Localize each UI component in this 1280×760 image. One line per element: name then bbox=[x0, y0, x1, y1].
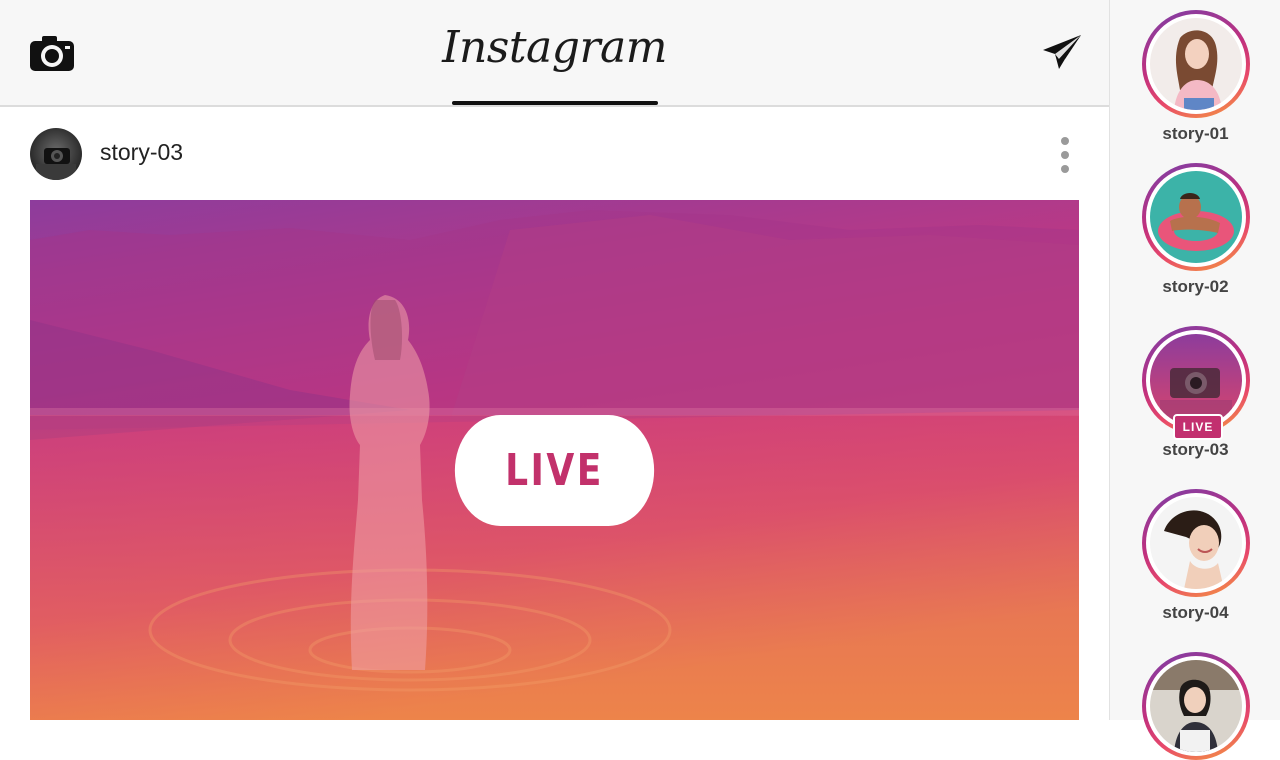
stories-sidebar: story-01 story-02 LIVE story-03 story-04 bbox=[1109, 0, 1280, 760]
more-options-button[interactable] bbox=[1052, 132, 1078, 178]
story-ring bbox=[1142, 10, 1250, 118]
paper-plane-icon bbox=[1043, 35, 1081, 69]
story-avatar bbox=[1150, 660, 1242, 752]
story-avatar bbox=[1150, 171, 1242, 263]
live-badge: LIVE bbox=[1173, 414, 1223, 440]
story-avatar bbox=[1150, 18, 1242, 110]
story-avatar bbox=[1150, 334, 1242, 426]
story-label: story-04 bbox=[1162, 603, 1229, 622]
more-dot bbox=[1061, 165, 1069, 173]
post-avatar[interactable] bbox=[30, 128, 82, 180]
story-label: story-03 bbox=[1162, 440, 1229, 459]
title-underline bbox=[452, 101, 658, 105]
more-vertical-icon bbox=[1061, 137, 1069, 145]
direct-message-button[interactable] bbox=[1040, 32, 1084, 72]
live-indicator[interactable]: LIVE bbox=[454, 415, 655, 526]
story-label: story-02 bbox=[1162, 277, 1229, 296]
avatar-photo bbox=[30, 128, 82, 180]
post-username[interactable]: story-03 bbox=[100, 139, 183, 166]
story-ring bbox=[1142, 652, 1250, 760]
post-media[interactable]: LIVE bbox=[30, 200, 1079, 720]
story-ring bbox=[1142, 489, 1250, 597]
story-ring bbox=[1142, 163, 1250, 271]
more-dot bbox=[1061, 151, 1069, 159]
top-bar: Instagram bbox=[0, 0, 1109, 107]
app-title: Instagram bbox=[442, 22, 667, 73]
story-label: story-01 bbox=[1162, 124, 1229, 143]
story-avatar bbox=[1150, 497, 1242, 589]
